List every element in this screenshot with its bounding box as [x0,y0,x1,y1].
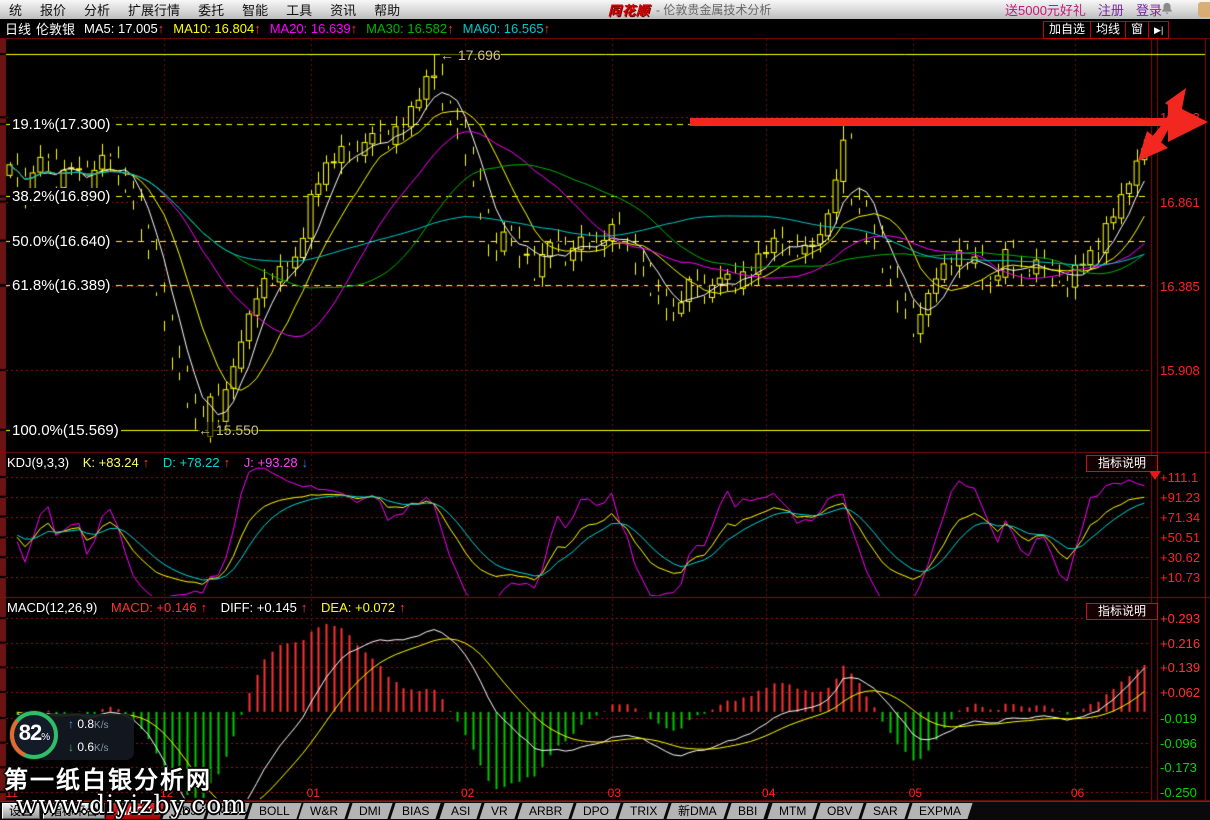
speed-widget[interactable]: 82% ↑ 0.8K/s ↓ 0.6K/s [6,706,136,764]
tab-label: BBI [738,803,757,819]
tab-bbi[interactable]: BBI [727,803,770,819]
tab-label: 新DMA [678,803,717,819]
tab-asi[interactable]: ASI [439,803,482,819]
tab-label: EXPMA [919,803,961,819]
ma-trend-arrow-icon: ↑ [254,21,261,36]
macd-indicator-help-button[interactable]: 指标说明 [1086,603,1158,620]
tab-label: KDJ [174,803,197,819]
menu-item-2[interactable]: 分析 [75,0,119,19]
collapse-right-icon[interactable]: ▶| [1148,21,1169,39]
panel-button-indicator-platform[interactable]: 指标平台 [43,803,105,819]
tab-dmi[interactable]: DMI [348,803,393,819]
tab-kdj[interactable]: KDJ [162,803,208,819]
ma-value-1: MA10: 16.804↑ [173,21,260,36]
up-arrow-icon: ↑ [68,717,74,731]
tab-sar[interactable]: SAR [862,803,910,819]
tab-vr[interactable]: VR [480,803,520,819]
window-title: - 伦敦贵金属技术分析 [656,1,771,18]
menubar: 统报价分析扩展行情委托智能工具资讯帮助 同花顺 - 伦敦贵金属技术分析 送500… [0,0,1210,20]
ma-trend-arrow-icon: ↑ [158,21,165,36]
tab-label: BOLL [259,803,290,819]
tab-label: DMI [359,803,381,819]
tab-新dma[interactable]: 新DMA [667,803,729,819]
ma-text: MA20: 16.639 [270,21,351,36]
down-arrow-icon: ↓ [68,740,74,754]
tab-rsi[interactable]: RSI [206,803,249,819]
indicator-tabbar: 设置指标平台 MACD KDJ RSI BOLL W&R DMI BIAS ASI VR ARBR D… [0,801,1210,820]
promo-link[interactable]: 送5000元好礼 [1005,0,1086,19]
tab-trix[interactable]: TRIX [619,803,670,819]
menu-item-5[interactable]: 智能 [233,0,277,19]
ma-value-4: MA60: 16.565↑ [463,21,550,36]
upload-speed: ↑ 0.8K/s [68,717,108,731]
ma-value-2: MA20: 16.639↑ [270,21,357,36]
tab-label: ASI [451,803,470,819]
ma-trend-arrow-icon: ↑ [351,21,358,36]
ma-readout: MA5: 17.005↑MA10: 16.804↑MA20: 16.639↑MA… [75,21,550,36]
ma-value-0: MA5: 17.005↑ [84,21,164,36]
menu-item-7[interactable]: 资讯 [321,0,365,19]
chart-buttons: 加自选均线窗▶| [1044,21,1169,39]
menu-items: 统报价分析扩展行情委托智能工具资讯帮助 [0,0,409,19]
download-speed: ↓ 0.6K/s [68,740,108,754]
ma-trend-arrow-icon: ↑ [447,21,454,36]
ma-value-3: MA30: 16.582↑ [366,21,453,36]
menu-item-4[interactable]: 委托 [189,0,233,19]
menu-item-3[interactable]: 扩展行情 [119,0,189,19]
ma-text: MA10: 16.804 [173,21,254,36]
tab-label: ARBR [529,803,562,819]
menu-item-8[interactable]: 帮助 [365,0,409,19]
tab-label: MACD [117,803,153,819]
logo-wrap: 同花顺 - 伦敦贵金属技术分析 [608,0,771,19]
tab-label: TRIX [630,803,657,819]
tab-arbr[interactable]: ARBR [517,803,574,819]
price-chart-canvas[interactable] [0,0,1210,820]
symbol-label: 伦敦银 [36,19,75,38]
tab-mtm[interactable]: MTM [767,803,818,819]
tab-obv[interactable]: OBV [815,803,864,819]
chart-toolbar: 日线 伦敦银 MA5: 17.005↑MA10: 16.804↑MA20: 16… [0,19,1210,38]
tab-label: VR [491,803,508,819]
tab-w&r[interactable]: W&R [299,803,350,819]
tab-label: OBV [827,803,852,819]
kdj-indicator-help-button[interactable]: 指标说明 [1086,455,1158,472]
tab-label: W&R [310,803,338,819]
tab-expma[interactable]: EXPMA [907,803,972,819]
login-link[interactable]: 登录 [1136,0,1162,19]
tab-label: BIAS [402,803,429,819]
ma-text: MA30: 16.582 [366,21,447,36]
tab-label: DPO [583,803,609,819]
menu-item-1[interactable]: 报价 [31,0,75,19]
tab-boll[interactable]: BOLL [247,803,301,819]
tab-label: SAR [873,803,898,819]
ma-trend-arrow-icon: ↑ [544,21,551,36]
toolbar-button-1[interactable]: 均线 [1090,21,1126,39]
top-links: 送5000元好礼 注册 登录 [1005,0,1162,19]
app-logo: 同花顺 [608,0,650,19]
toolbar-button-2[interactable]: 窗 [1125,21,1149,39]
tab-label: RSI [218,803,238,819]
period-label[interactable]: 日线 [5,19,31,38]
menu-item-0[interactable]: 统 [0,0,31,19]
menu-item-6[interactable]: 工具 [277,0,321,19]
corner-notification-icon[interactable] [1198,2,1210,17]
panel-button-settings[interactable]: 设置 [2,803,40,819]
tab-label: MTM [779,803,806,819]
register-link[interactable]: 注册 [1098,0,1124,19]
tab-dpo[interactable]: DPO [572,803,621,819]
ma-text: MA5: 17.005 [84,21,158,36]
bell-icon[interactable] [1160,2,1174,19]
tab-macd[interactable]: MACD [105,803,164,819]
toolbar-button-0[interactable]: 加自选 [1043,21,1091,39]
progress-percent: 82% [6,720,62,746]
ma-text: MA60: 16.565 [463,21,544,36]
tab-bias[interactable]: BIAS [391,803,442,819]
